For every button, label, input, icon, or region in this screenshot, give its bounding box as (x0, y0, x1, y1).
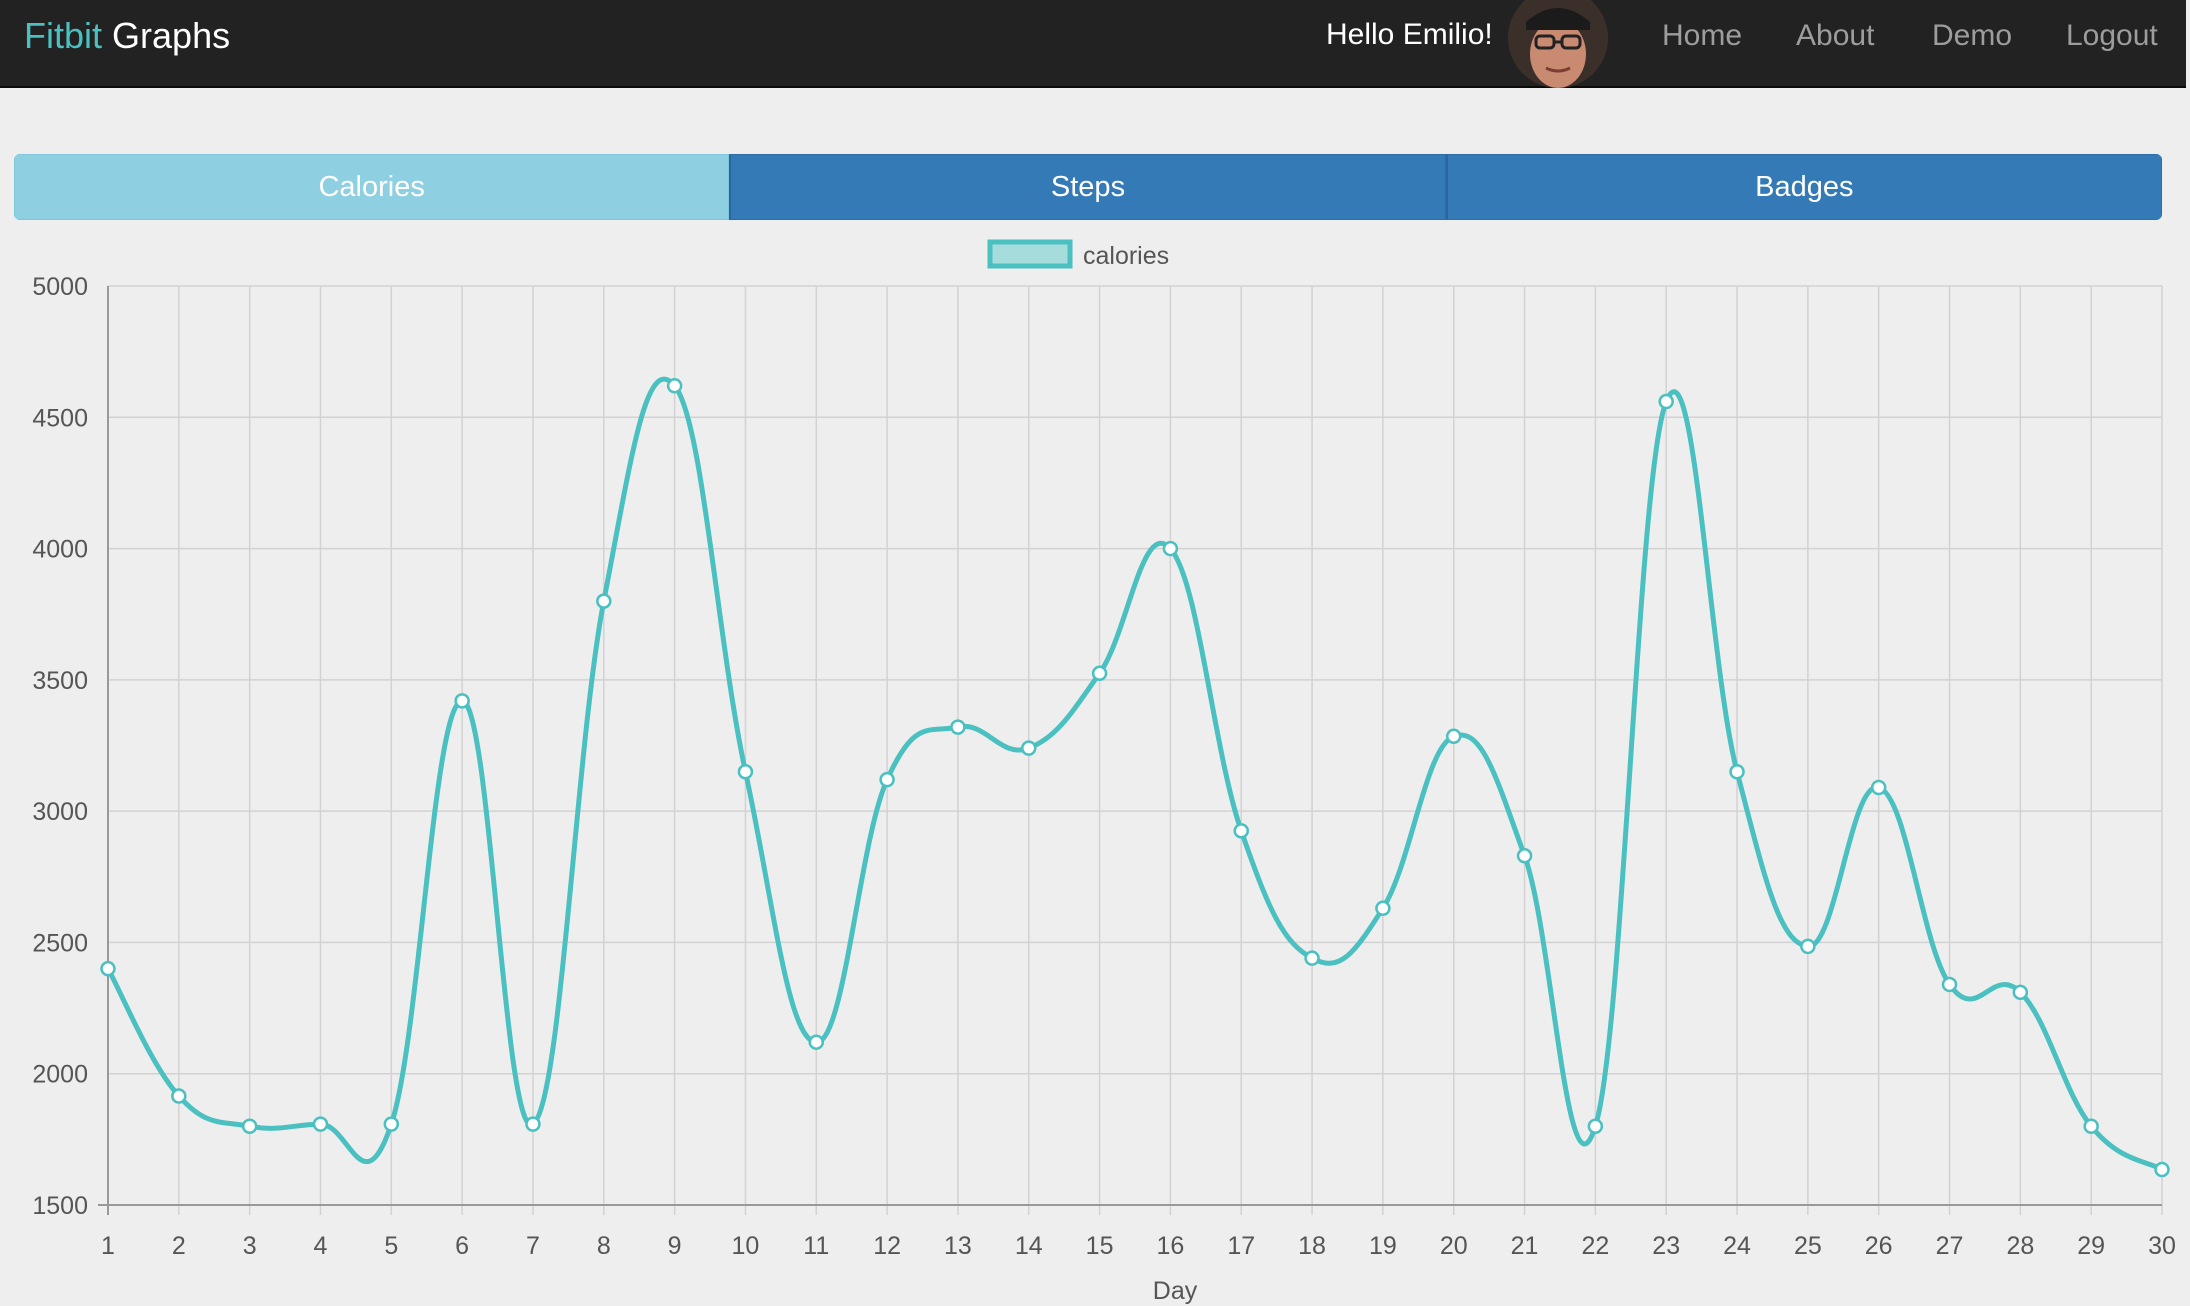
x-tick-label: 5 (384, 1232, 398, 1260)
x-tick-label: 27 (1936, 1232, 1964, 1260)
nav-about-link[interactable]: About (1796, 17, 1874, 55)
data-point (1516, 848, 1533, 864)
y-tick-label: 2000 (32, 1061, 88, 1089)
x-tick-label: 1 (101, 1232, 115, 1260)
data-point (1870, 779, 1887, 796)
y-tick-label: 2500 (32, 929, 88, 957)
calories-series-line (105, 376, 2164, 1172)
navbar: Fitbit Graphs Hello Emilio! Home About D… (0, 0, 2186, 88)
calories-line-chart: 150020002500300035004000450050001 2 3 4 5 6 7 8… (32, 239, 2176, 1305)
data-point (525, 1116, 541, 1132)
y-tick-label: 5000 (32, 273, 88, 301)
x-tick-label: 21 (1511, 1232, 1539, 1260)
x-tick-label: 20 (1440, 1232, 1468, 1260)
tab-group: Calories Steps Badges (14, 154, 2162, 220)
brand-name-graphs: Graphs (112, 15, 231, 56)
data-point (171, 1088, 187, 1104)
data-point (1091, 665, 1108, 682)
x-tick-label: 4 (314, 1232, 328, 1260)
tab-steps[interactable]: Steps (729, 154, 1446, 220)
x-tick-label: 23 (1652, 1232, 1680, 1260)
x-tick-label: 22 (1581, 1232, 1609, 1260)
x-tick-label: 25 (1794, 1232, 1822, 1260)
x-tick-label: 28 (2006, 1232, 2034, 1260)
legend-label: calories (1083, 242, 1169, 270)
data-point (1941, 976, 1958, 993)
user-greeting: Hello Emilio! (1326, 18, 1493, 51)
x-tick-label: 9 (668, 1232, 682, 1260)
data-point (666, 378, 683, 394)
data-point (1304, 950, 1320, 966)
tab-badges[interactable]: Badges (1445, 154, 2162, 220)
x-tick-label: 6 (455, 1232, 469, 1260)
x-tick-label: 26 (1865, 1232, 1893, 1260)
data-point (879, 771, 895, 788)
x-tick-label: 3 (243, 1232, 257, 1260)
x-tick-label: 18 (1298, 1232, 1326, 1260)
x-tick-label: 19 (1369, 1232, 1397, 1260)
data-point (1375, 900, 1391, 917)
x-tick-label: 30 (2148, 1232, 2176, 1260)
data-point (2154, 1161, 2170, 1178)
x-tick-label: 13 (944, 1232, 972, 1260)
data-point (596, 593, 612, 609)
brand-logo[interactable]: Fitbit Graphs (24, 14, 230, 58)
x-tick-label: 29 (2077, 1232, 2105, 1260)
data-point (1021, 740, 1037, 756)
y-tick-label: 4500 (32, 404, 88, 432)
data-point (1233, 823, 1249, 839)
data-point (1587, 1118, 1604, 1134)
data-point (312, 1116, 329, 1132)
data-point (808, 1034, 825, 1050)
nav-logout-link[interactable]: Logout (2066, 17, 2158, 55)
x-tick-label: 2 (172, 1232, 186, 1260)
x-tick-label: 10 (732, 1232, 760, 1260)
data-point (1658, 393, 1674, 410)
x-tick-label: 8 (597, 1232, 611, 1260)
x-tick-label: 12 (873, 1232, 901, 1260)
x-tick-label: 16 (1157, 1232, 1185, 1260)
data-point (1729, 764, 1745, 780)
data-point (241, 1118, 258, 1134)
x-tick-label: 14 (1015, 1232, 1043, 1260)
data-point (454, 693, 470, 709)
x-tick-label: 17 (1227, 1232, 1255, 1260)
x-tick-label: 24 (1723, 1232, 1751, 1260)
avatar-photo-icon (1508, 0, 1608, 88)
data-point (100, 960, 116, 977)
nav-demo-link[interactable]: Demo (1932, 17, 2012, 55)
y-tick-label: 1500 (32, 1192, 88, 1220)
y-tick-label: 4000 (32, 536, 88, 564)
data-point (1800, 938, 1816, 955)
data-point (2012, 984, 2029, 1001)
data-point (737, 764, 754, 780)
avatar[interactable] (1508, 0, 1608, 88)
tab-calories[interactable]: Calories (14, 154, 730, 220)
data-point (1445, 728, 1462, 745)
x-tick-label: 15 (1086, 1232, 1114, 1260)
x-tick-label: 11 (803, 1232, 829, 1260)
y-tick-label: 3000 (32, 798, 88, 826)
brand-name-fitbit: Fitbit (24, 15, 103, 56)
y-tick-label: 3500 (32, 667, 88, 695)
data-point (950, 719, 966, 735)
data-point (2083, 1118, 2099, 1134)
x-tick-label: 7 (526, 1232, 540, 1260)
legend-swatch (987, 239, 1073, 269)
nav-home-link[interactable]: Home (1662, 17, 1742, 55)
data-point (383, 1116, 400, 1132)
x-axis-label: Day (1153, 1277, 1198, 1305)
data-point (1162, 540, 1179, 557)
